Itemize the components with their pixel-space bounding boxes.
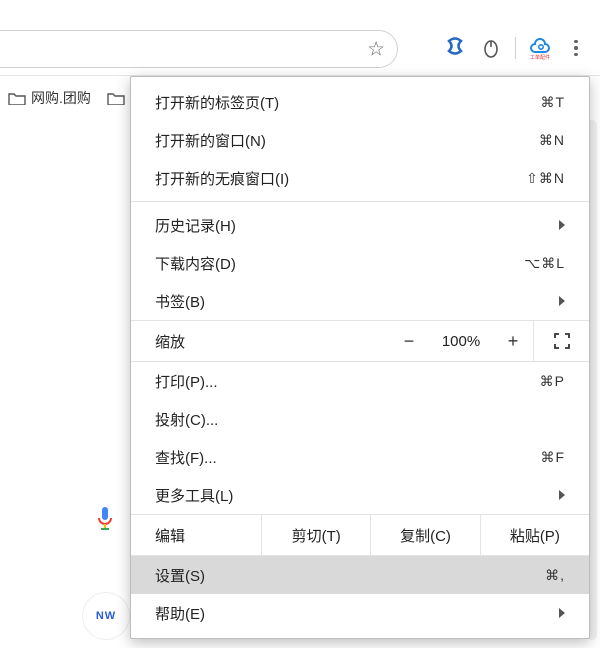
zoom-in-button[interactable]: + bbox=[493, 331, 533, 352]
menu-help[interactable]: 帮助(E) bbox=[131, 594, 589, 632]
menu-shortcut: ⌘T bbox=[540, 94, 565, 111]
extension-icons: 工单配件 bbox=[443, 36, 588, 60]
menu-label: 打开新的标签页(T) bbox=[155, 92, 540, 113]
zoom-percent: 100% bbox=[429, 333, 493, 350]
chrome-main-menu: 打开新的标签页(T) ⌘T 打开新的窗口(N) ⌘N 打开新的无痕窗口(I) ⇧… bbox=[130, 76, 590, 639]
submenu-arrow-icon bbox=[559, 490, 565, 500]
menu-shortcut: ⌘P bbox=[540, 373, 565, 390]
submenu-arrow-icon bbox=[559, 296, 565, 306]
fullscreen-button[interactable] bbox=[533, 321, 589, 361]
menu-settings[interactable]: 设置(S) ⌘, bbox=[131, 556, 589, 594]
menu-new-incognito[interactable]: 打开新的无痕窗口(I) ⇧⌘N bbox=[131, 159, 589, 197]
bookmarks-bar: 网购.团购 bbox=[0, 86, 129, 110]
menu-edit-row: 编辑 剪切(T) 复制(C) 粘贴(P) bbox=[131, 514, 589, 556]
menu-label: 编辑 bbox=[131, 515, 261, 555]
folder-icon bbox=[107, 91, 125, 105]
menu-separator bbox=[131, 201, 589, 202]
menu-shortcut: ⌘F bbox=[540, 449, 565, 466]
bookmark-star-icon[interactable]: ☆ bbox=[367, 37, 385, 62]
menu-bookmarks[interactable]: 书签(B) bbox=[131, 282, 589, 320]
menu-print[interactable]: 打印(P)... ⌘P bbox=[131, 362, 589, 400]
browser-toolbar: ☆ 工单配件 bbox=[0, 0, 600, 76]
menu-find[interactable]: 查找(F)... ⌘F bbox=[131, 438, 589, 476]
menu-shortcut: ⌘N bbox=[539, 132, 565, 149]
menu-shortcut: ⌥⌘L bbox=[524, 255, 565, 272]
menu-label: 设置(S) bbox=[155, 565, 545, 586]
menu-label: 打开新的窗口(N) bbox=[155, 130, 539, 151]
menu-label: 打印(P)... bbox=[155, 371, 540, 392]
menu-label: 历史记录(H) bbox=[155, 215, 559, 236]
chrome-menu-button[interactable] bbox=[564, 36, 588, 60]
menu-cast[interactable]: 投射(C)... bbox=[131, 400, 589, 438]
fullscreen-icon bbox=[553, 332, 571, 350]
folder-icon bbox=[8, 91, 26, 105]
bookmark-folder-shopping[interactable]: 网购.团购 bbox=[4, 86, 95, 110]
bookmark-folder-generic[interactable] bbox=[103, 89, 129, 107]
menu-more-tools[interactable]: 更多工具(L) bbox=[131, 476, 589, 514]
menu-shortcut: ⇧⌘N bbox=[526, 170, 565, 187]
submenu-arrow-icon bbox=[559, 608, 565, 618]
extension-mouse-icon[interactable] bbox=[479, 36, 503, 60]
menu-label: 书签(B) bbox=[155, 291, 559, 312]
menu-label: 更多工具(L) bbox=[155, 485, 559, 506]
menu-new-window[interactable]: 打开新的窗口(N) ⌘N bbox=[131, 121, 589, 159]
menu-history[interactable]: 历史记录(H) bbox=[131, 206, 589, 244]
edit-paste-button[interactable]: 粘贴(P) bbox=[480, 515, 589, 555]
extension-s-icon[interactable] bbox=[443, 36, 467, 60]
toolbar-separator bbox=[515, 37, 516, 59]
bookmark-label: 网购.团购 bbox=[31, 88, 91, 108]
menu-label: 下载内容(D) bbox=[155, 253, 524, 274]
menu-label: 缩放 bbox=[131, 331, 321, 352]
menu-downloads[interactable]: 下载内容(D) ⌥⌘L bbox=[131, 244, 589, 282]
menu-label: 投射(C)... bbox=[155, 409, 565, 430]
edit-copy-button[interactable]: 复制(C) bbox=[370, 515, 479, 555]
menu-new-tab[interactable]: 打开新的标签页(T) ⌘T bbox=[131, 83, 589, 121]
submenu-arrow-icon bbox=[559, 220, 565, 230]
edit-cut-button[interactable]: 剪切(T) bbox=[261, 515, 370, 555]
menu-shortcut: ⌘, bbox=[545, 567, 565, 584]
google-mic-icon[interactable] bbox=[96, 506, 114, 536]
omnibox[interactable]: ☆ bbox=[0, 30, 398, 68]
extension-cloud-icon[interactable]: 工单配件 bbox=[528, 36, 552, 60]
menu-label: 打开新的无痕窗口(I) bbox=[155, 168, 526, 189]
page-avatar[interactable]: NW bbox=[82, 592, 130, 640]
zoom-out-button[interactable]: − bbox=[389, 331, 429, 352]
menu-label: 帮助(E) bbox=[155, 603, 559, 624]
menu-zoom-row: 缩放 − 100% + bbox=[131, 320, 589, 362]
menu-label: 查找(F)... bbox=[155, 447, 540, 468]
